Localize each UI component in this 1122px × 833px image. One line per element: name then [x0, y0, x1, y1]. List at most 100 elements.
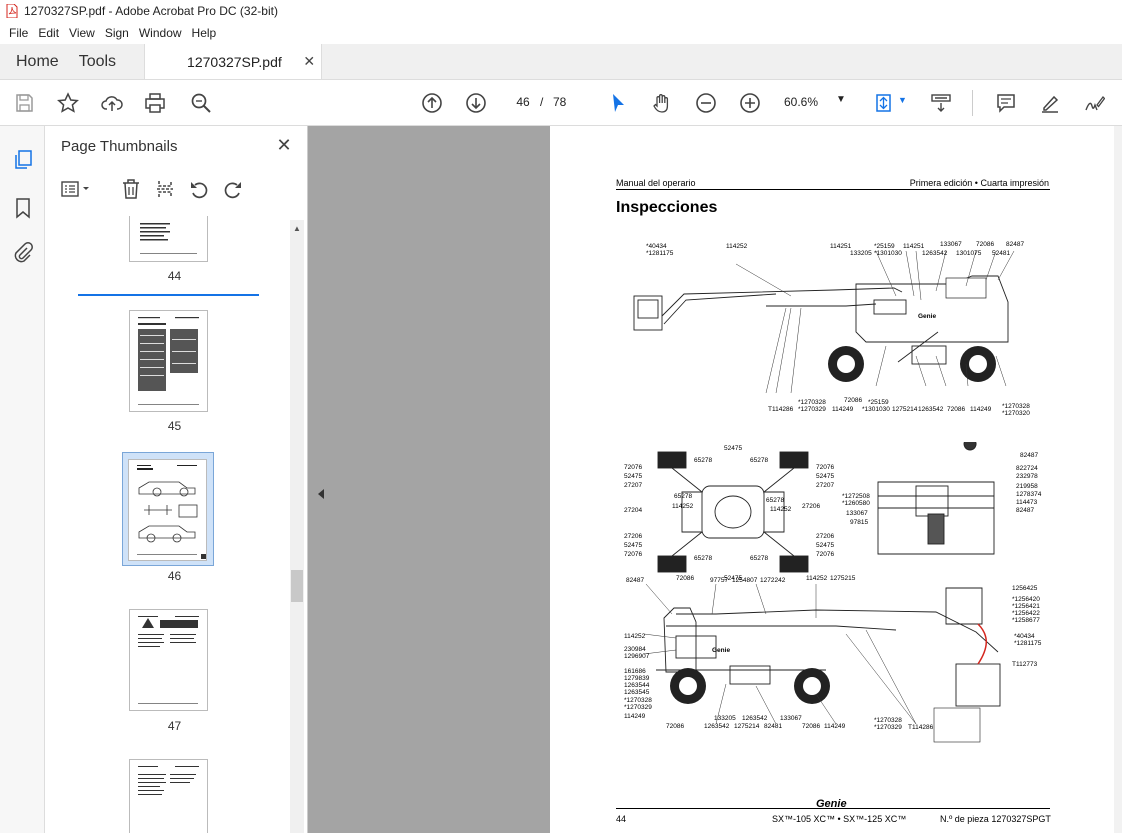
previous-page-icon[interactable]	[420, 91, 444, 115]
close-panel-icon[interactable]: ✕	[274, 135, 294, 155]
tab-home[interactable]: Home	[0, 44, 73, 79]
diagram2-label: 27207	[816, 482, 834, 489]
menu-sign[interactable]: Sign	[100, 26, 134, 40]
diagram1-label: 82487	[1006, 241, 1024, 248]
read-mode-icon[interactable]	[929, 91, 953, 115]
diagram-side-view: Genie *40434 *1281175 114252 114251 1332…	[633, 241, 1030, 417]
diagram1-label: 72086	[844, 397, 862, 404]
thumbnail-options-icon[interactable]	[61, 176, 93, 202]
diagram4-label: 1263542	[742, 715, 768, 722]
diagram3-label: 133067	[846, 510, 868, 517]
fit-page-icon[interactable]	[872, 91, 896, 115]
bookmark-star-icon[interactable]	[56, 91, 80, 115]
svg-text:Genie: Genie	[918, 313, 936, 320]
menu-window[interactable]: Window	[134, 26, 187, 40]
highlight-pen-icon[interactable]	[1038, 91, 1062, 115]
thumbnail-page[interactable]	[129, 609, 208, 711]
document-workspace	[308, 126, 550, 833]
menu-view[interactable]: View	[64, 26, 100, 40]
sign-icon[interactable]	[1082, 91, 1106, 115]
toolbar-divider	[972, 90, 973, 116]
diagram4-label: 133067	[780, 715, 802, 722]
thumbnail-page[interactable]	[129, 216, 208, 262]
page-title: Inspecciones	[616, 199, 718, 216]
page-header-left: Manual del operario	[616, 178, 696, 188]
diagram1-label: 114249	[832, 406, 854, 413]
comment-icon[interactable]	[994, 91, 1018, 115]
zoom-out-icon[interactable]	[694, 91, 718, 115]
diagram1-label: 133067	[940, 241, 962, 248]
diagram2-label: 65278	[750, 555, 768, 562]
diagram1-label: *25159	[874, 243, 895, 250]
diagram1-label: 1263542	[922, 250, 948, 257]
diagram4-label: 230984	[624, 646, 646, 653]
next-page-icon[interactable]	[464, 91, 488, 115]
page-thumbnails-icon[interactable]	[11, 148, 35, 172]
print-icon[interactable]	[143, 91, 167, 115]
attachments-paperclip-icon[interactable]	[11, 240, 35, 264]
search-zoom-icon[interactable]	[189, 91, 213, 115]
diagram1-label: *1281175	[646, 250, 674, 257]
thumbnail-page[interactable]	[128, 459, 207, 561]
diagram4-label: 114249	[624, 713, 646, 720]
document-scrollbar[interactable]	[1114, 126, 1122, 833]
select-cursor-icon[interactable]	[606, 91, 630, 115]
thumbnail-page[interactable]	[129, 310, 208, 412]
diagram1-label: *25159	[868, 399, 889, 406]
diagram2-label: 72076	[816, 464, 834, 471]
diagram1-label: T114286	[768, 406, 794, 413]
zoom-level[interactable]: 60.6%	[784, 95, 818, 109]
diagram2-label: 27206	[816, 533, 834, 540]
diagram4-label: 114249	[824, 723, 846, 730]
scrollbar-thumb[interactable]	[291, 570, 303, 602]
extract-pages-icon[interactable]	[155, 176, 175, 202]
diagram4-label: 82481	[764, 723, 782, 730]
fit-dropdown-icon[interactable]: ▼	[898, 95, 907, 105]
main-toolbar: 46 / 78 60.6% ▼ ▼	[0, 80, 1122, 126]
zoom-dropdown-icon[interactable]: ▼	[836, 94, 846, 105]
rotate-counterclockwise-icon[interactable]	[189, 176, 209, 202]
tab-document-label: 1270327SP.pdf	[187, 53, 282, 70]
diagram2-label: 72076	[624, 551, 642, 558]
zoom-in-icon[interactable]	[738, 91, 762, 115]
diagram4-label: 1263542	[704, 723, 730, 730]
pdf-page: Manual del operario Primera edición • Cu…	[550, 126, 1114, 833]
title-bar: 1270327SP.pdf - Adobe Acrobat Pro DC (32…	[0, 0, 1122, 22]
diagram2-label: 52475	[624, 473, 642, 480]
diagram4-label: 72086	[802, 723, 820, 730]
tab-document[interactable]: 1270327SP.pdf ✕	[144, 44, 323, 79]
diagram2-label: 72076	[816, 551, 834, 558]
collapse-panel-icon[interactable]	[316, 488, 326, 500]
thumbnail-page[interactable]	[129, 759, 208, 833]
diagram4-label: T114286	[908, 724, 934, 731]
window-title: 1270327SP.pdf - Adobe Acrobat Pro DC (32…	[24, 4, 278, 18]
tab-tools[interactable]: Tools	[73, 44, 136, 79]
diagram-side-view-alt: Genie 82487 72086 97757 1254807 1272242 …	[624, 575, 1042, 743]
diagram3-label: 114473	[1016, 499, 1038, 506]
menu-edit[interactable]: Edit	[33, 26, 64, 40]
save-icon[interactable]	[12, 91, 36, 115]
diagram2-label: 114252	[770, 506, 792, 513]
diagram4-label: 114252	[624, 633, 646, 640]
rotate-clockwise-icon[interactable]	[223, 176, 243, 202]
diagram4-label: 114252	[806, 575, 828, 582]
footer-rule	[616, 808, 1050, 809]
menu-help[interactable]: Help	[187, 26, 222, 40]
hand-tool-icon[interactable]	[650, 91, 674, 115]
page-number-input[interactable]: 46	[506, 91, 540, 113]
scroll-up-icon[interactable]: ▲	[293, 224, 301, 233]
upload-cloud-icon[interactable]	[100, 91, 124, 115]
diagram4-label: *1256420	[1012, 596, 1040, 603]
close-tab-icon[interactable]: ✕	[303, 53, 315, 70]
diagram4-label: 97757	[710, 577, 728, 584]
menu-file[interactable]: File	[4, 26, 33, 40]
diagram1-label: 72086	[947, 406, 965, 413]
diagram4-label: *1270328	[874, 717, 902, 724]
diagram4-label: 72086	[676, 575, 694, 582]
thumbnail-scrollbar[interactable]: ▲	[290, 220, 304, 833]
diagram1-label: *1270320	[1002, 410, 1030, 417]
diagram3-label: 82487	[1020, 452, 1038, 459]
delete-page-icon[interactable]	[121, 176, 141, 202]
bookmarks-icon[interactable]	[11, 196, 35, 220]
diagram4-label: 1275215	[830, 575, 856, 582]
